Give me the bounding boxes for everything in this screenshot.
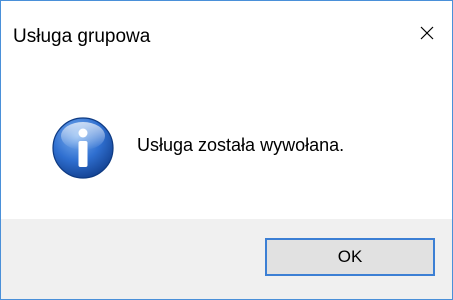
message-dialog: Usługa grupowa Usługa została wywołana. … [0,0,453,300]
window-title: Usługa grupowa [13,26,151,47]
dialog-content: Usługa została wywołana. [1,79,452,219]
ok-button[interactable]: OK [265,238,435,276]
ok-button-label: OK [337,247,363,266]
close-button[interactable] [402,11,452,55]
close-icon [420,26,434,40]
button-bar: OK [1,219,452,299]
title-bar[interactable]: Usługa grupowa [1,1,452,79]
message-text: Usługa została wywołana. [137,135,345,155]
info-icon [52,117,114,179]
